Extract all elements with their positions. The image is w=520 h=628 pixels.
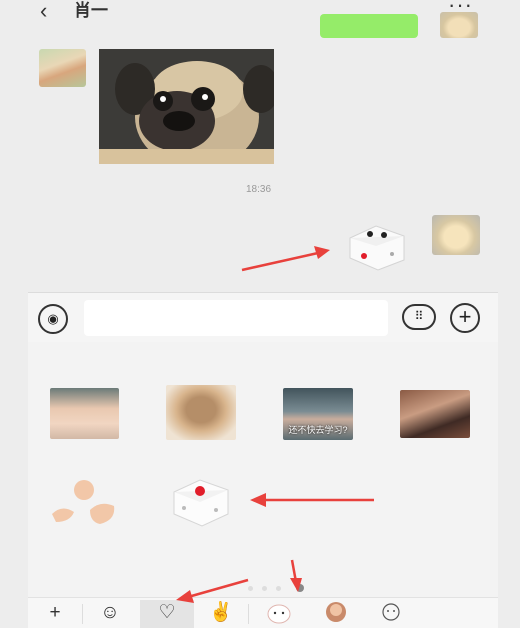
tab-sticker-pack-3[interactable] (372, 600, 412, 628)
page-indicator (248, 584, 308, 594)
keyboard-icon[interactable]: ⠿ (402, 304, 436, 330)
tab-favorites[interactable]: ♡ (140, 600, 194, 628)
contact-avatar[interactable] (39, 49, 86, 87)
dice-sticker-message[interactable] (342, 218, 412, 272)
tab-sticker-pack-2[interactable] (316, 600, 356, 628)
page-dot (276, 586, 281, 591)
page-dot (262, 586, 267, 591)
sent-message-bubble[interactable] (320, 14, 418, 38)
chat-message-area: 18:36 (0, 0, 520, 290)
man-caption-sticker[interactable]: 还不快去学习? (283, 388, 353, 440)
baby-face-sticker[interactable] (50, 388, 119, 439)
page-dot-active (296, 584, 304, 592)
tab-emoji[interactable]: ☺ (90, 600, 130, 628)
my-avatar[interactable] (440, 12, 478, 38)
person-sticker-icon (326, 602, 346, 622)
tab-add[interactable]: + (36, 600, 74, 628)
tab-gesture[interactable]: ✌ (200, 600, 242, 628)
tab-divider (82, 604, 83, 624)
voice-icon[interactable]: ◉ (38, 304, 68, 334)
my-avatar-2[interactable] (432, 215, 480, 255)
doodle-sticker-icon (382, 603, 400, 621)
dice-sticker[interactable] (170, 476, 232, 528)
tab-divider (248, 604, 249, 624)
sticker-caption: 还不快去学习? (288, 425, 348, 435)
cat-sticker-icon (267, 604, 291, 624)
rock-paper-scissors-sticker[interactable] (50, 476, 120, 532)
pug-photo-message[interactable] (99, 49, 274, 164)
message-timestamp: 18:36 (246, 184, 272, 195)
people-sticker[interactable] (400, 390, 470, 438)
page-dot (248, 586, 253, 591)
message-input[interactable] (84, 300, 388, 336)
sticker-panel (28, 342, 498, 600)
dog-sticker[interactable] (166, 385, 236, 440)
plus-icon[interactable]: + (450, 303, 480, 333)
tab-sticker-pack-1[interactable] (258, 600, 300, 628)
